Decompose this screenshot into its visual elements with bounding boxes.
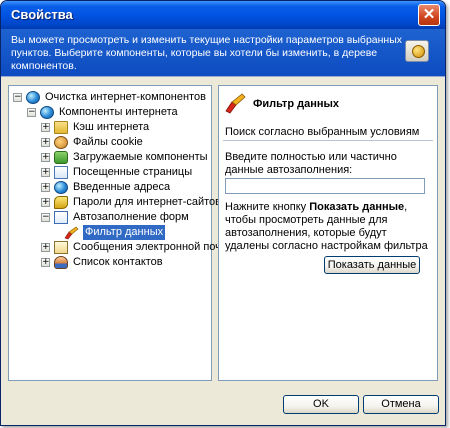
collapse-icon[interactable]: −: [41, 213, 50, 222]
window-title: Свойства: [11, 7, 73, 22]
panel-description: Поиск согласно выбранным условиям: [225, 126, 420, 138]
show-data-button[interactable]: Показать данные: [324, 256, 420, 274]
panel-note: Нажните кнопку Показать данные, чтобы пр…: [225, 201, 433, 253]
contacts-icon: [54, 256, 68, 269]
page-icon: [54, 166, 68, 179]
globe-icon: [40, 106, 54, 119]
autocomplete-search-input[interactable]: [225, 178, 425, 194]
collapse-icon[interactable]: −: [13, 93, 22, 102]
expand-icon[interactable]: +: [41, 258, 50, 267]
puzzle-icon: [54, 151, 68, 164]
brush-icon: [225, 93, 246, 114]
expand-icon[interactable]: +: [41, 198, 50, 207]
info-banner: Вы можете просмотреть и изменить текущие…: [1, 29, 445, 77]
key-icon: [54, 196, 68, 209]
globe-icon: [54, 181, 68, 194]
title-bar[interactable]: Свойства ✕: [1, 1, 445, 29]
tree-item-label: Автозаполнение форм: [73, 211, 189, 223]
expand-icon[interactable]: +: [41, 138, 50, 147]
cookie-icon: [54, 136, 68, 149]
cancel-button[interactable]: Отмена: [363, 395, 439, 414]
expand-icon[interactable]: +: [41, 123, 50, 132]
expand-icon[interactable]: +: [41, 153, 50, 162]
form-icon: [54, 211, 68, 224]
tree-item-label: Введенные адреса: [73, 181, 171, 193]
tree-item-label: Очистка интернет-компонентов: [45, 91, 206, 103]
properties-dialog: Свойства ✕ Вы можете просмотреть и измен…: [0, 0, 446, 426]
expand-icon[interactable]: +: [41, 243, 50, 252]
tree-item-label: Посещенные страницы: [73, 166, 193, 178]
note-prefix: Нажните кнопку: [225, 201, 310, 213]
expand-icon[interactable]: +: [41, 168, 50, 177]
info-text: Вы можете просмотреть и изменить текущие…: [11, 34, 403, 72]
close-button[interactable]: ✕: [418, 4, 440, 26]
tree-item-label: Сообщения электронной почты: [73, 241, 234, 253]
settings-icon[interactable]: [405, 40, 429, 62]
tree-item-label: Файлы cookie: [73, 136, 143, 148]
note-bold: Показать данные: [309, 201, 405, 213]
tree-item-label: Список контактов: [73, 256, 163, 268]
brush-icon: [64, 226, 79, 240]
input-prompt: Введите полностью или частично данные ав…: [225, 151, 397, 176]
component-tree[interactable]: − Очистка интернет-компонентов − Компоне…: [8, 85, 234, 381]
tree-item-label: Загружаемые компоненты: [73, 151, 208, 163]
tree-item-label: Фильтр данных: [83, 225, 166, 240]
panel-title: Фильтр данных: [253, 98, 339, 110]
tree-item-label: Кэш интернета: [73, 121, 150, 133]
divider: [223, 140, 433, 141]
filter-panel: Фильтр данных Поиск согласно выбранным у…: [218, 85, 438, 381]
collapse-icon[interactable]: −: [27, 108, 36, 117]
folder-icon: [54, 121, 68, 134]
globe-icon: [26, 91, 40, 104]
ok-button[interactable]: OK: [283, 395, 359, 414]
tree-item-label: Компоненты интернета: [59, 106, 178, 118]
tree-item-label: Пароли для интернет-сайтов: [73, 196, 222, 208]
expand-icon[interactable]: +: [41, 183, 50, 192]
mail-icon: [54, 241, 68, 254]
